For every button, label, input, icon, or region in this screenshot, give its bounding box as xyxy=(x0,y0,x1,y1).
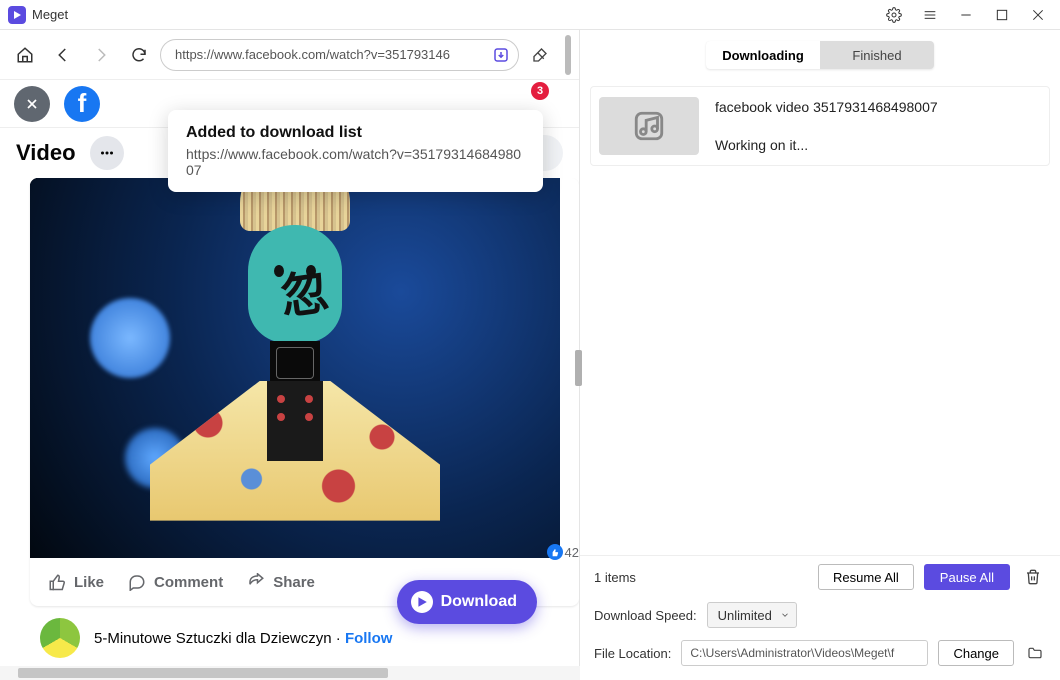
title-bar: Meget xyxy=(0,0,1060,30)
app-logo xyxy=(8,6,26,24)
follow-link[interactable]: Follow xyxy=(345,630,393,647)
horizontal-scrollbar[interactable] xyxy=(0,666,580,680)
download-icon xyxy=(411,591,433,613)
app-title: Meget xyxy=(32,7,880,22)
fb-close-icon[interactable] xyxy=(14,86,50,122)
video-label: Video xyxy=(16,140,76,166)
download-toast: Added to download list https://www.faceb… xyxy=(168,110,543,192)
more-options-icon[interactable] xyxy=(90,136,124,170)
change-button[interactable]: Change xyxy=(938,640,1014,666)
url-bar[interactable]: https://www.facebook.com/watch?v=3517931… xyxy=(160,39,519,71)
open-folder-icon[interactable] xyxy=(1024,642,1046,664)
reload-button[interactable] xyxy=(122,38,156,72)
close-button[interactable] xyxy=(1024,1,1052,29)
next-post[interactable]: 5-Minutowe Sztuczki dla Dziewczyn · Foll… xyxy=(40,618,579,658)
next-post-text: 5-Minutowe Sztuczki dla Dziewczyn · Foll… xyxy=(94,630,392,647)
browser-pane: https://www.facebook.com/watch?v=3517931… xyxy=(0,30,580,680)
video-card: 忽 42 Like Comment Share xyxy=(30,178,579,606)
comment-button[interactable]: Comment xyxy=(128,573,223,591)
menu-icon[interactable] xyxy=(916,1,944,29)
downloads-pane: Downloading Finished facebook video 3517… xyxy=(580,30,1060,680)
music-icon xyxy=(599,97,699,155)
location-path: C:\Users\Administrator\Videos\Meget\f xyxy=(681,640,928,666)
video-player[interactable]: 忽 xyxy=(30,178,560,558)
nav-toolbar: https://www.facebook.com/watch?v=3517931… xyxy=(0,30,579,80)
settings-icon[interactable] xyxy=(880,1,908,29)
facebook-logo-icon[interactable]: f xyxy=(64,86,100,122)
url-download-icon[interactable] xyxy=(490,44,512,66)
maximize-button[interactable] xyxy=(988,1,1016,29)
tab-finished[interactable]: Finished xyxy=(820,41,934,69)
toast-url: https://www.facebook.com/watch?v=3517931… xyxy=(186,146,525,178)
location-label: File Location: xyxy=(594,646,671,661)
like-count: 42 xyxy=(547,544,579,560)
delete-icon[interactable] xyxy=(1020,564,1046,590)
next-avatar-icon xyxy=(40,618,80,658)
download-list: facebook video 3517931468498007 Working … xyxy=(580,80,1060,555)
pause-all-button[interactable]: Pause All xyxy=(924,564,1010,590)
download-item-status: Working on it... xyxy=(715,137,1041,153)
clear-icon[interactable] xyxy=(523,38,557,72)
vertical-scrollbar[interactable] xyxy=(565,35,571,75)
minimize-button[interactable] xyxy=(952,1,980,29)
like-button[interactable]: Like xyxy=(48,573,104,591)
back-button[interactable] xyxy=(46,38,80,72)
download-tabs: Downloading Finished xyxy=(580,30,1060,80)
home-button[interactable] xyxy=(8,38,42,72)
resume-all-button[interactable]: Resume All xyxy=(818,564,914,590)
forward-button[interactable] xyxy=(84,38,118,72)
url-text: https://www.facebook.com/watch?v=3517931… xyxy=(175,47,450,62)
download-item[interactable]: facebook video 3517931468498007 Working … xyxy=(590,86,1050,166)
download-controls: 1 items Resume All Pause All Download Sp… xyxy=(580,555,1060,680)
download-item-title: facebook video 3517931468498007 xyxy=(715,99,1041,115)
download-button[interactable]: Download xyxy=(397,580,537,624)
like-icon xyxy=(547,544,563,560)
notification-badge: 3 xyxy=(531,82,549,100)
toast-title: Added to download list xyxy=(186,124,525,142)
speed-label: Download Speed: xyxy=(594,608,697,623)
pane-divider-scroll[interactable] xyxy=(575,350,582,386)
tab-downloading[interactable]: Downloading xyxy=(706,41,820,69)
chevron-down-icon xyxy=(780,610,790,620)
share-button[interactable]: Share xyxy=(247,573,315,591)
items-count: 1 items xyxy=(594,570,808,585)
speed-select[interactable]: Unlimited xyxy=(707,602,797,628)
